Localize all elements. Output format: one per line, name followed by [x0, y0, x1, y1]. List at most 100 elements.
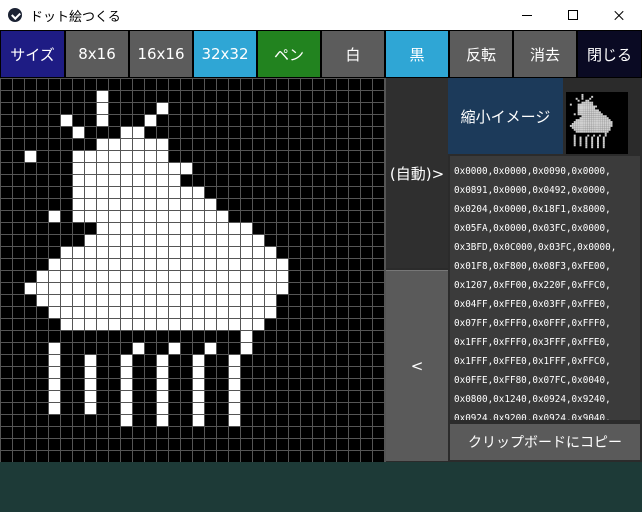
pixel-cell[interactable]: [349, 271, 360, 282]
pixel-cell[interactable]: [85, 115, 96, 126]
pixel-cell[interactable]: [193, 139, 204, 150]
pixel-cell[interactable]: [301, 439, 312, 450]
pixel-cell[interactable]: [325, 403, 336, 414]
pixel-cell[interactable]: [97, 331, 108, 342]
pixel-cell[interactable]: [145, 175, 156, 186]
pixel-cell[interactable]: [37, 283, 48, 294]
pixel-cell[interactable]: [157, 259, 168, 270]
pixel-cell[interactable]: [157, 427, 168, 438]
pixel-cell[interactable]: [373, 403, 384, 414]
pixel-cell[interactable]: [349, 415, 360, 426]
pixel-cell[interactable]: [313, 271, 324, 282]
pixel-cell[interactable]: [37, 223, 48, 234]
pixel-cell[interactable]: [349, 91, 360, 102]
pixel-cell[interactable]: [289, 331, 300, 342]
pixel-cell[interactable]: [121, 391, 132, 402]
pixel-cell[interactable]: [157, 163, 168, 174]
pixel-cell[interactable]: [49, 175, 60, 186]
pixel-cell[interactable]: [1, 367, 12, 378]
pixel-cell[interactable]: [205, 271, 216, 282]
pixel-cell[interactable]: [193, 403, 204, 414]
pixel-cell[interactable]: [217, 427, 228, 438]
pixel-cell[interactable]: [217, 403, 228, 414]
pixel-cell[interactable]: [49, 451, 60, 462]
pixel-cell[interactable]: [313, 355, 324, 366]
pixel-cell[interactable]: [121, 187, 132, 198]
pixel-cell[interactable]: [193, 343, 204, 354]
pixel-cell[interactable]: [229, 223, 240, 234]
pixel-cell[interactable]: [133, 331, 144, 342]
pixel-cell[interactable]: [13, 271, 24, 282]
pixel-cell[interactable]: [169, 415, 180, 426]
pixel-cell[interactable]: [157, 103, 168, 114]
pixel-cell[interactable]: [73, 295, 84, 306]
pixel-cell[interactable]: [13, 391, 24, 402]
pixel-cell[interactable]: [301, 295, 312, 306]
invert-button[interactable]: 反転: [450, 31, 512, 77]
pixel-cell[interactable]: [217, 355, 228, 366]
pixel-cell[interactable]: [181, 199, 192, 210]
pixel-cell[interactable]: [349, 259, 360, 270]
pixel-cell[interactable]: [145, 391, 156, 402]
pixel-cell[interactable]: [181, 139, 192, 150]
pixel-cell[interactable]: [145, 211, 156, 222]
pixel-cell[interactable]: [145, 223, 156, 234]
pixel-cell[interactable]: [193, 427, 204, 438]
pixel-cell[interactable]: [1, 187, 12, 198]
pixel-cell[interactable]: [193, 355, 204, 366]
pixel-cell[interactable]: [133, 247, 144, 258]
pixel-cell[interactable]: [181, 415, 192, 426]
pixel-cell[interactable]: [1, 223, 12, 234]
pixel-cell[interactable]: [85, 379, 96, 390]
pixel-cell[interactable]: [61, 187, 72, 198]
pixel-cell[interactable]: [253, 91, 264, 102]
pixel-cell[interactable]: [13, 307, 24, 318]
pixel-cell[interactable]: [289, 427, 300, 438]
pixel-cell[interactable]: [169, 307, 180, 318]
pixel-cell[interactable]: [265, 199, 276, 210]
pixel-cell[interactable]: [181, 439, 192, 450]
pixel-cell[interactable]: [349, 187, 360, 198]
pixel-cell[interactable]: [253, 115, 264, 126]
pixel-cell[interactable]: [265, 139, 276, 150]
pixel-cell[interactable]: [313, 223, 324, 234]
pixel-cell[interactable]: [25, 427, 36, 438]
pixel-cell[interactable]: [97, 367, 108, 378]
pixel-cell[interactable]: [241, 343, 252, 354]
pixel-cell[interactable]: [181, 367, 192, 378]
pixel-cell[interactable]: [133, 271, 144, 282]
pixel-cell[interactable]: [25, 451, 36, 462]
pixel-cell[interactable]: [241, 295, 252, 306]
pixel-cell[interactable]: [337, 451, 348, 462]
pixel-cell[interactable]: [277, 307, 288, 318]
pixel-cell[interactable]: [325, 127, 336, 138]
minimize-button[interactable]: [504, 0, 550, 30]
pixel-cell[interactable]: [349, 79, 360, 90]
pixel-cell[interactable]: [253, 415, 264, 426]
pixel-cell[interactable]: [1, 331, 12, 342]
pixel-cell[interactable]: [313, 415, 324, 426]
pixel-cell[interactable]: [349, 391, 360, 402]
pixel-cell[interactable]: [373, 139, 384, 150]
pixel-cell[interactable]: [109, 331, 120, 342]
pixel-cell[interactable]: [253, 199, 264, 210]
pixel-cell[interactable]: [97, 343, 108, 354]
pixel-cell[interactable]: [337, 391, 348, 402]
pixel-cell[interactable]: [301, 415, 312, 426]
pixel-cell[interactable]: [85, 79, 96, 90]
pixel-cell[interactable]: [13, 367, 24, 378]
pixel-cell[interactable]: [61, 103, 72, 114]
pixel-cell[interactable]: [109, 187, 120, 198]
pixel-cell[interactable]: [289, 199, 300, 210]
pixel-cell[interactable]: [13, 127, 24, 138]
pixel-cell[interactable]: [1, 427, 12, 438]
pixel-cell[interactable]: [97, 163, 108, 174]
pixel-cell[interactable]: [277, 427, 288, 438]
pixel-cell[interactable]: [181, 307, 192, 318]
pixel-cell[interactable]: [217, 91, 228, 102]
pixel-cell[interactable]: [265, 91, 276, 102]
pixel-cell[interactable]: [205, 163, 216, 174]
pixel-cell[interactable]: [241, 151, 252, 162]
pixel-cell[interactable]: [241, 439, 252, 450]
pixel-cell[interactable]: [169, 91, 180, 102]
